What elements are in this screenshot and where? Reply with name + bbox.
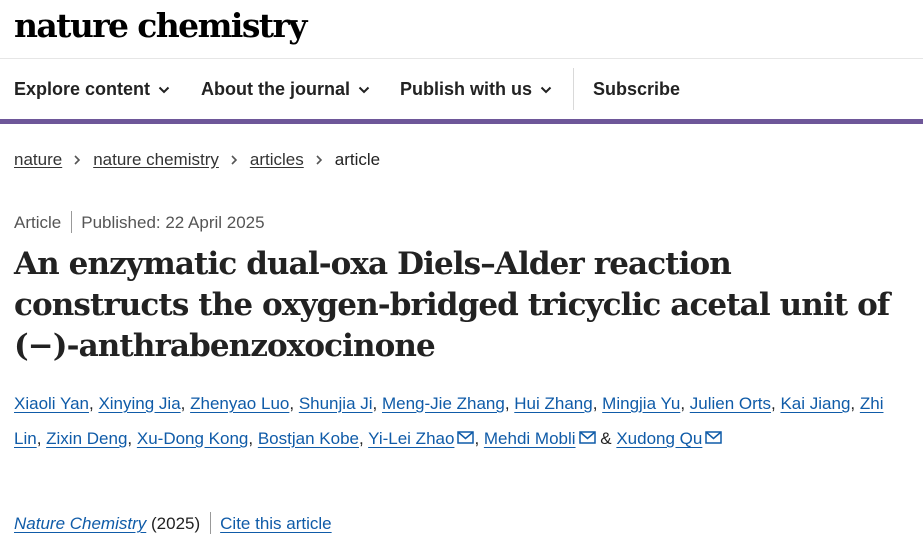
journal-logo[interactable]: nature chemistry: [14, 4, 307, 48]
citation-divider: [210, 512, 212, 534]
site-header: nature chemistry: [0, 0, 923, 59]
chevron-down-icon: [540, 86, 552, 94]
main-navigation: Explore content About the journal Publis…: [0, 59, 923, 119]
breadcrumb-articles[interactable]: articles: [250, 150, 304, 169]
breadcrumb-nature-chemistry[interactable]: nature chemistry: [93, 150, 219, 169]
chevron-right-icon: [316, 155, 322, 165]
nav-accent-bar: [0, 119, 923, 124]
nav-explore-content[interactable]: Explore content: [14, 59, 170, 119]
article-title: An enzymatic dual-oxa Diels–Alder reacti…: [14, 246, 890, 364]
nav-subscribe[interactable]: Subscribe: [593, 59, 680, 119]
citation-line: Nature Chemistry (2025) Cite this article: [14, 511, 332, 537]
mail-icon[interactable]: [705, 431, 723, 444]
nav-publish-label: Publish with us: [400, 79, 533, 99]
author-link[interactable]: Xinying Jia: [98, 394, 180, 413]
author-link[interactable]: Xudong Qu: [616, 429, 702, 448]
author-link[interactable]: Kai Jiang: [780, 394, 850, 413]
nav-explore-label: Explore content: [14, 79, 151, 99]
author-link[interactable]: Yi-Lei Zhao: [368, 429, 454, 448]
chevron-right-icon: [231, 155, 238, 165]
breadcrumb-nature[interactable]: nature: [14, 150, 62, 169]
chevron-down-icon: [358, 86, 370, 94]
author-link[interactable]: Mehdi Mobli: [484, 429, 576, 448]
author-link[interactable]: Mingjia Yu: [602, 394, 680, 413]
mail-icon[interactable]: [457, 431, 475, 444]
author-link[interactable]: Hui Zhang: [514, 394, 592, 413]
author-link[interactable]: Shunjia Ji: [299, 394, 373, 413]
author-link[interactable]: Zixin Deng: [46, 429, 127, 448]
breadcrumb-current: article: [334, 150, 381, 169]
published-date: Published: 22 April 2025: [81, 213, 265, 232]
article-type: Article: [14, 213, 62, 232]
author-link[interactable]: Julien Orts: [690, 394, 771, 413]
nav-publish-with-us[interactable]: Publish with us: [400, 59, 552, 119]
nav-subscribe-label: Subscribe: [593, 79, 681, 99]
author-list: Xiaoli Yan, Xinying Jia, Zhenyao Luo, Sh…: [14, 394, 884, 448]
breadcrumb: nature nature chemistry articles article: [14, 146, 380, 174]
chevron-down-icon: [158, 86, 170, 94]
nav-about-journal[interactable]: About the journal: [201, 59, 370, 119]
author-link[interactable]: Xu-Dong Kong: [137, 429, 249, 448]
publication-year: (2025): [151, 514, 201, 533]
article-meta: Article Published: 22 April 2025: [14, 210, 265, 236]
author-link[interactable]: Xiaoli Yan: [14, 394, 89, 413]
journal-link[interactable]: Nature Chemistry: [14, 514, 146, 533]
author-link[interactable]: Meng-Jie Zhang: [382, 394, 505, 413]
cite-this-article-link[interactable]: Cite this article: [220, 514, 331, 533]
chevron-right-icon: [74, 155, 81, 165]
author-link[interactable]: Zhenyao Luo: [190, 394, 289, 413]
author-link[interactable]: Bostjan Kobe: [258, 429, 359, 448]
nav-about-label: About the journal: [201, 79, 350, 99]
mail-icon[interactable]: [578, 431, 596, 444]
meta-divider: [71, 211, 73, 233]
nav-divider: [573, 68, 574, 110]
